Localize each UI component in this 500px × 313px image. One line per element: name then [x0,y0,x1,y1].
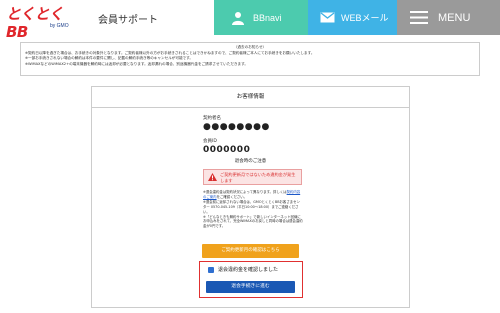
nav-bbnavi-label: BBnavi [253,12,282,23]
notice-box: 〈過去のお知らせ〉 ※契約日以降を過ぎた場合は、お手続きの対象外となります。ご契… [20,42,480,76]
check-renewal-month-button[interactable]: ご契約更新月の確認はこちら [202,244,299,258]
mail-icon [320,12,335,23]
contract-name-label: 契約者名 [203,116,221,121]
nav-webmail[interactable]: WEBメール [308,0,397,35]
site-header: とくとくBB by GMO 会員サポート BBnavi WEBメール MENU [0,0,500,41]
hamburger-icon [410,11,428,24]
member-id-label: 会員ID [203,139,217,144]
nav-menu[interactable]: MENU [397,0,500,35]
site-logo[interactable]: とくとくBB by GMO [6,5,82,41]
attention-title: 退会時のご注意 [234,159,267,164]
note-item: ※退会前に返却されない場合は、GMOとくとくBBお客さまセンター 0570-04… [203,199,300,214]
proceed-withdrawal-button[interactable]: 退会手続きに進む [206,281,295,293]
member-id-value: 0000000 [203,145,251,155]
notice-line: ※WiMAXなどのWiMAX2+の端末機器を解約時には返却が必要となります。返却… [25,61,248,66]
penalty-alert: ご契約更新月ではないため違約金が発生します [203,169,302,185]
notice-title: 〈過去のお知らせ〉 [233,45,267,49]
page-title: 会員サポート [98,15,158,26]
customer-info-panel: お客様情報 契約者名 ●●●●●●●● 会員ID 0000000 退会時のご注意… [91,86,410,308]
note-text: をご確認ください。 [216,194,248,199]
confirm-box: 退会違約金を確認しました 退会手続きに進む [199,261,303,298]
nav-menu-label: MENU [438,11,471,24]
logo-sub: by GMO [50,23,69,29]
panel-title: お客様情報 [92,87,409,108]
contract-name-value: ●●●●●●●● [203,122,270,132]
nav-bbnavi[interactable]: BBnavi [214,0,308,35]
note-item: ※「どんなときも解約サポート」で新しいインターネット回線にお申込みをされて、完全… [203,214,303,229]
alert-text: ご契約更新月ではないため違約金が発生します [220,172,296,183]
notes-block: ※退会違約金は契約状況によって異なります。詳しくは契約内容のご案内をご確認くださ… [203,190,303,229]
person-icon [232,11,244,25]
warning-icon [208,173,217,181]
nav-webmail-label: WEBメール [341,13,389,23]
confirm-checkbox[interactable] [208,267,214,282]
note-item: ※退会違約金は契約状況によって異なります。詳しくは契約内容のご案内をご確認くださ… [203,190,303,200]
note-text: ※退会違約金は契約状況によって異なります。詳しくは [203,190,287,194]
confirm-checkbox-label[interactable]: 退会違約金を確認しました [218,266,278,273]
logo-text: とくとくBB [6,5,64,41]
